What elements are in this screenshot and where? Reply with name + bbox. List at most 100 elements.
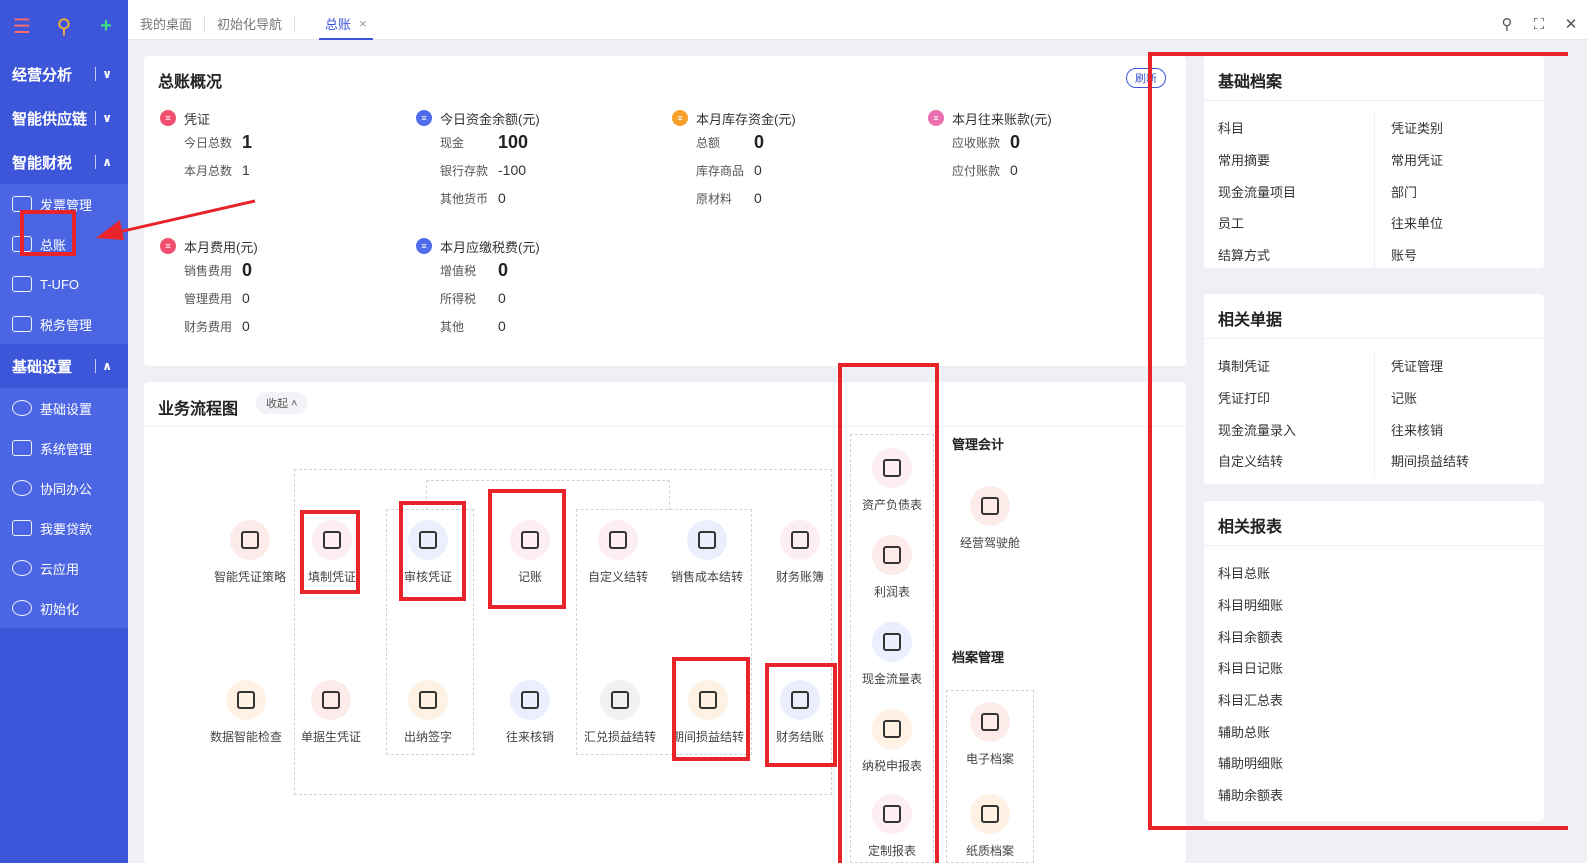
tab-init-nav[interactable]: 初始化导航: [205, 8, 294, 40]
stat-value: 0: [498, 290, 506, 306]
sidebar-item-tufo[interactable]: T-UFO: [0, 264, 128, 304]
flow-node-fill-voucher[interactable]: 填制凭证: [286, 520, 378, 585]
divider: [95, 155, 96, 169]
link-account[interactable]: 账号: [1374, 238, 1530, 271]
add-icon[interactable]: +: [94, 14, 118, 38]
flow-node-cockpit[interactable]: 经营驾驶舱: [944, 486, 1036, 551]
link-post[interactable]: 记账: [1374, 381, 1530, 414]
link-custom-close[interactable]: 自定义结转: [1218, 445, 1374, 477]
sidebar-item-cloud[interactable]: 云应用: [0, 548, 128, 588]
flow-node-paper-archive[interactable]: 纸质档案: [944, 794, 1036, 859]
link-report-aux-ledger[interactable]: 辅助总账: [1218, 715, 1283, 747]
books-icon: [791, 531, 809, 549]
link-period-close[interactable]: 期间损益结转: [1374, 445, 1530, 477]
flow-node-data-check[interactable]: 数据智能检查: [200, 680, 292, 745]
link-report-balance[interactable]: 科目余额表: [1218, 620, 1283, 652]
link-cashflow-item[interactable]: 现金流量项目: [1218, 175, 1374, 207]
data-check-icon: [237, 691, 255, 709]
refresh-button[interactable]: 刷新: [1126, 68, 1166, 88]
link-cashflow-entry[interactable]: 现金流量录入: [1218, 413, 1374, 445]
sidebar-item-loan[interactable]: 我要贷款: [0, 508, 128, 548]
link-report-detail[interactable]: 科目明细账: [1218, 589, 1283, 621]
tab-ledger[interactable]: 总账 ×: [313, 8, 379, 40]
link-settlement[interactable]: 结算方式: [1218, 239, 1374, 271]
flow-node-smart-policy[interactable]: 智能凭证策略: [204, 520, 296, 585]
divider: [294, 16, 296, 31]
flow-node-cost-close[interactable]: 销售成本结转: [661, 520, 753, 585]
sidebar-item-collab[interactable]: 协同办公: [0, 468, 128, 508]
link-department[interactable]: 部门: [1374, 175, 1530, 208]
close-icon[interactable]: ✕: [1555, 15, 1587, 33]
flow-node-cashflow[interactable]: 现金流量表: [846, 622, 938, 687]
sidebar-item-ledger[interactable]: 总账: [0, 224, 128, 264]
fullscreen-icon[interactable]: ⛶: [1523, 16, 1555, 33]
stat-value: 0: [754, 131, 765, 152]
flow-node-post[interactable]: 记账: [484, 520, 576, 585]
flow-node-profit[interactable]: 利润表: [846, 535, 938, 600]
stat-label: 现金: [440, 135, 465, 150]
link-report-aux-balance[interactable]: 辅助余额表: [1218, 779, 1283, 811]
search-icon[interactable]: ⚲: [1491, 15, 1523, 33]
node-label: 利润表: [873, 585, 910, 599]
search-icon[interactable]: ⚲: [52, 14, 76, 38]
flow-node-custom-report[interactable]: 定制报表: [846, 794, 938, 859]
collapse-button[interactable]: 收起 ˄: [256, 392, 308, 414]
block-title: 凭证: [184, 111, 211, 127]
block-title: 今日资金余额(元): [440, 111, 540, 127]
flow-node-fx-close[interactable]: 汇兑损益结转: [574, 680, 666, 745]
sidebar-item-init[interactable]: 初始化: [0, 588, 128, 628]
link-partner[interactable]: 往来单位: [1374, 207, 1530, 239]
menu-group-supply[interactable]: 智能供应链 ∨: [0, 96, 128, 140]
expense-icon: ≡: [160, 238, 176, 254]
link-employee[interactable]: 员工: [1218, 207, 1374, 239]
flow-node-doc-voucher[interactable]: 单据生凭证: [285, 680, 377, 745]
link-voucher-manage[interactable]: 凭证管理: [1374, 350, 1530, 382]
menu-group-label: 智能供应链: [12, 110, 88, 128]
post-icon: [521, 531, 539, 549]
flow-node-ar-verify[interactable]: 往来核销: [484, 680, 576, 745]
flow-node-custom-close[interactable]: 自定义结转: [572, 520, 664, 585]
divider: [1204, 100, 1544, 101]
link-report-general-ledger[interactable]: 科目总账: [1218, 557, 1283, 589]
flow-node-audit-voucher[interactable]: 审核凭证: [382, 520, 474, 585]
flow-node-tax-report[interactable]: 纳税申报表: [846, 709, 938, 774]
stat-label: 总额: [696, 135, 721, 150]
menu-group-label: 智能财税: [12, 154, 73, 172]
ledger-summary-panel: 总账概况 刷新 ≡ 凭证 今日总数 1 本月总数 1 ≡ 今日资金余额(元) 现金 100…: [144, 56, 1186, 366]
cashflow-icon: [883, 633, 901, 651]
sidebar-item-tax[interactable]: 税务管理: [0, 304, 128, 344]
link-voucher-print[interactable]: 凭证打印: [1218, 382, 1374, 414]
link-common-voucher[interactable]: 常用凭证: [1374, 143, 1530, 176]
menu-group-base[interactable]: 基础设置 ∧: [0, 344, 128, 388]
link-fill-voucher[interactable]: 填制凭证: [1218, 350, 1374, 382]
link-report-summary[interactable]: 科目汇总表: [1218, 684, 1283, 716]
flow-node-e-archive[interactable]: 电子档案: [944, 702, 1036, 767]
tab-desktop[interactable]: 我的桌面: [128, 8, 204, 40]
close-icon[interactable]: ×: [359, 16, 367, 31]
finance-submenu: 发票管理 总账 T-UFO 税务管理: [0, 184, 128, 344]
link-report-aux-detail[interactable]: 辅助明细账: [1218, 747, 1283, 779]
stat-label: 应收账款: [952, 135, 1001, 150]
menu-icon[interactable]: ☰: [10, 14, 34, 38]
flow-node-books[interactable]: 财务账簿: [754, 520, 846, 585]
link-subject[interactable]: 科目: [1218, 112, 1374, 144]
menu-group-analysis[interactable]: 经营分析 ∨: [0, 52, 128, 96]
sidebar-item-base-settings[interactable]: 基础设置: [0, 388, 128, 428]
flow-node-period-close[interactable]: 期间损益结转: [662, 680, 754, 745]
link-ar-verify[interactable]: 往来核销: [1374, 413, 1530, 446]
flow-node-balance[interactable]: 资产负债表: [846, 448, 938, 513]
sidebar-item-label: T-UFO: [40, 276, 79, 292]
stat-label: 销售费用: [184, 263, 233, 278]
link-common-summary[interactable]: 常用摘要: [1218, 144, 1374, 176]
link-voucher-type[interactable]: 凭证类别: [1374, 112, 1530, 144]
node-label: 财务账簿: [775, 570, 824, 584]
menu-group-finance[interactable]: 智能财税 ∧: [0, 140, 128, 184]
link-report-journal[interactable]: 科目日记账: [1218, 652, 1283, 684]
flow-node-fin-close[interactable]: 财务结账: [754, 680, 846, 745]
panel-title: 相关单据: [1218, 312, 1283, 329]
sidebar-item-invoice[interactable]: 发票管理: [0, 184, 128, 224]
flow-node-cashier-sign[interactable]: 出纳签字: [382, 680, 474, 745]
section-title-archive: 档案管理: [952, 650, 1005, 665]
sidebar-item-system[interactable]: 系统管理: [0, 428, 128, 468]
sidebar-item-label: 税务管理: [40, 317, 93, 333]
